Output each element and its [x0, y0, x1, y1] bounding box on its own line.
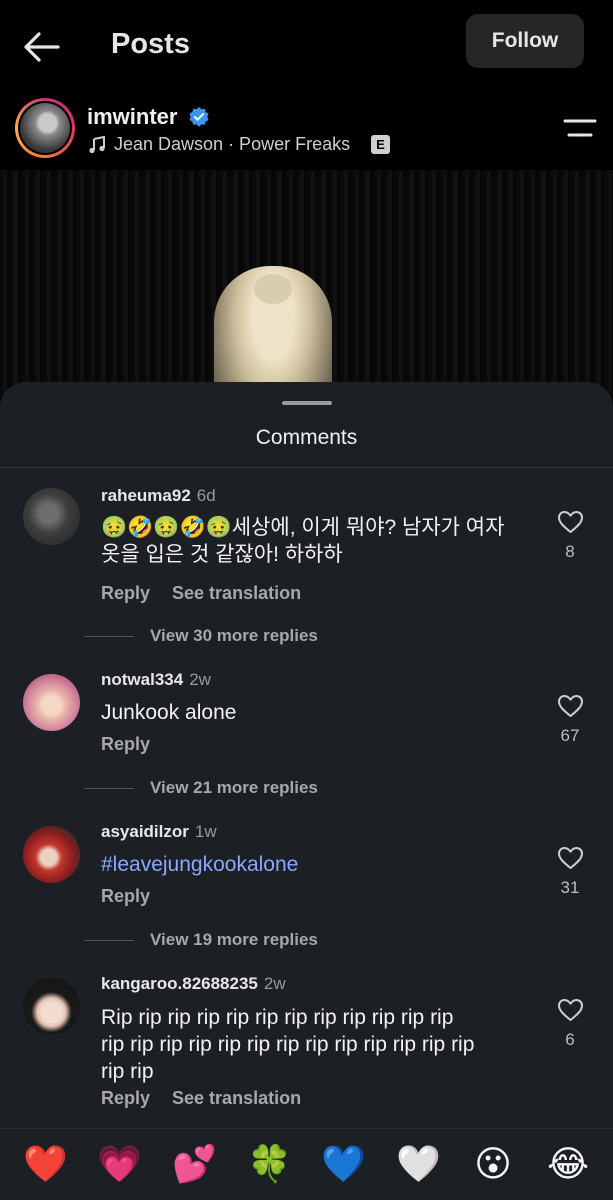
comment-username[interactable]: asyaidilzor 1w	[101, 822, 217, 842]
comment-text-line: 🤢🤣🤢🤣🤢세상에, 이게 뭐야? 남자가 여자	[101, 516, 505, 539]
audio-track-label[interactable]: Jean Dawson · Power Freaks	[114, 134, 350, 155]
view-replies-label[interactable]: View 19 more replies	[150, 930, 318, 950]
like-count: 8	[565, 542, 575, 561]
commenter-avatar[interactable]	[23, 488, 80, 545]
comments-title: Comments	[255, 426, 358, 449]
heart-icon[interactable]	[557, 510, 584, 534]
comment-username[interactable]: notwal334 2w	[101, 670, 211, 690]
reply-button[interactable]: Reply	[101, 583, 150, 603]
like-count: 31	[560, 878, 580, 897]
clover-emoji-icon[interactable]: 🍀	[247, 1143, 292, 1187]
explicit-badge: E	[371, 135, 390, 154]
top-bar: Posts Follow	[0, 0, 613, 95]
comment-text-line: Rip rip rip rip rip rip rip rip rip rip …	[101, 1006, 454, 1029]
emoji-reaction-bar: ❤️ 💗 💕 🍀 💙 🤍 😮 😂	[0, 1128, 613, 1200]
two-hearts-emoji-icon[interactable]: 💕	[172, 1143, 217, 1187]
comments-sheet: Comments raheuma92 6d 🤢🤣🤢🤣🤢세상에, 이게 뭐야? 남자…	[0, 382, 613, 1200]
view-replies-label[interactable]: View 30 more replies	[150, 626, 318, 646]
comment-time: 6d	[196, 486, 216, 505]
back-arrow-icon[interactable]	[22, 30, 62, 64]
comment-actions: Reply	[101, 734, 172, 755]
comment-username[interactable]: kangaroo.82688235 2w	[101, 974, 286, 994]
reply-button[interactable]: Reply	[101, 886, 150, 906]
music-note-icon	[89, 136, 105, 154]
view-replies-button[interactable]: View 19 more replies	[84, 930, 318, 950]
comment-hashtag-link[interactable]: #leavejungkookalone	[101, 851, 541, 878]
reply-button[interactable]: Reply	[101, 1088, 150, 1108]
comment-text: Rip rip rip rip rip rip rip rip rip rip …	[101, 1004, 541, 1085]
commenter-avatar[interactable]	[23, 674, 80, 731]
author-avatar[interactable]	[15, 98, 75, 158]
see-translation-button[interactable]: See translation	[172, 583, 301, 603]
commenter-avatar[interactable]	[23, 978, 80, 1035]
view-replies-label[interactable]: View 21 more replies	[150, 778, 318, 798]
comment-username[interactable]: raheuma92 6d	[101, 486, 216, 506]
heart-icon[interactable]	[557, 694, 584, 718]
post-author-row: imwinter Jean Dawson · Power Freaks E	[0, 95, 613, 170]
comment-text-line: 옷을 입은 것 같잖아! 하하하	[101, 543, 343, 566]
comment-actions: Reply See translation	[101, 1088, 323, 1109]
drag-handle[interactable]	[282, 401, 332, 405]
comment-actions: Reply See translation	[101, 583, 323, 604]
video-subject-hair	[254, 274, 292, 304]
heart-icon[interactable]	[557, 998, 584, 1022]
comment-text-line: rip rip rip rip rip rip rip rip rip rip …	[101, 1033, 475, 1056]
reply-button[interactable]: Reply	[101, 734, 150, 754]
see-translation-button[interactable]: See translation	[172, 1088, 301, 1108]
username-text[interactable]: kangaroo.82688235	[101, 974, 258, 993]
username-text[interactable]: notwal334	[101, 670, 183, 689]
comment-text: Junkook alone	[101, 701, 237, 724]
username-text[interactable]: raheuma92	[101, 486, 191, 505]
comment-time: 2w	[189, 670, 211, 689]
surprised-face-emoji-icon[interactable]: 😮	[471, 1143, 515, 1187]
like-count: 6	[565, 1030, 575, 1049]
comment-text-line: rip rip	[101, 1060, 154, 1083]
divider	[0, 467, 613, 468]
verified-badge-icon	[189, 107, 209, 127]
view-replies-button[interactable]: View 30 more replies	[84, 626, 318, 646]
comment-time: 1w	[194, 822, 217, 841]
red-heart-emoji-icon[interactable]: ❤️	[23, 1143, 68, 1187]
follow-button[interactable]: Follow	[466, 14, 584, 68]
menu-icon[interactable]	[563, 117, 597, 139]
heart-icon[interactable]	[557, 846, 584, 870]
commenter-avatar[interactable]	[23, 826, 80, 883]
white-heart-emoji-icon[interactable]: 🤍	[396, 1143, 441, 1187]
laughing-face-emoji-icon[interactable]: 😂	[546, 1143, 590, 1187]
comment-actions: Reply	[101, 886, 172, 907]
like-count: 67	[560, 726, 580, 745]
page-title: Posts	[111, 28, 190, 60]
view-replies-button[interactable]: View 21 more replies	[84, 778, 318, 798]
comment-time: 2w	[263, 974, 286, 993]
username-text[interactable]: asyaidilzor	[101, 822, 189, 841]
comment-text: 🤢🤣🤢🤣🤢세상에, 이게 뭐야? 남자가 여자 옷을 입은 것 같잖아! 하하하	[101, 514, 541, 568]
growing-heart-emoji-icon[interactable]: 💗	[97, 1143, 142, 1187]
author-username[interactable]: imwinter	[87, 104, 177, 130]
blue-heart-emoji-icon[interactable]: 💙	[321, 1143, 366, 1187]
